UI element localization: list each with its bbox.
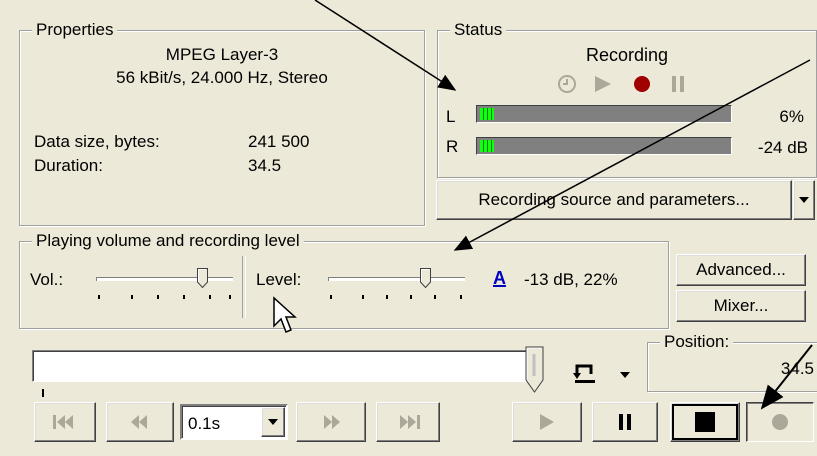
arrow-to-level-slider xyxy=(453,59,811,251)
mouse-cursor-icon xyxy=(273,296,297,333)
annotation-arrows xyxy=(314,0,813,410)
arrow-to-record-button xyxy=(760,344,813,410)
arrow-to-status-icons xyxy=(314,0,457,91)
